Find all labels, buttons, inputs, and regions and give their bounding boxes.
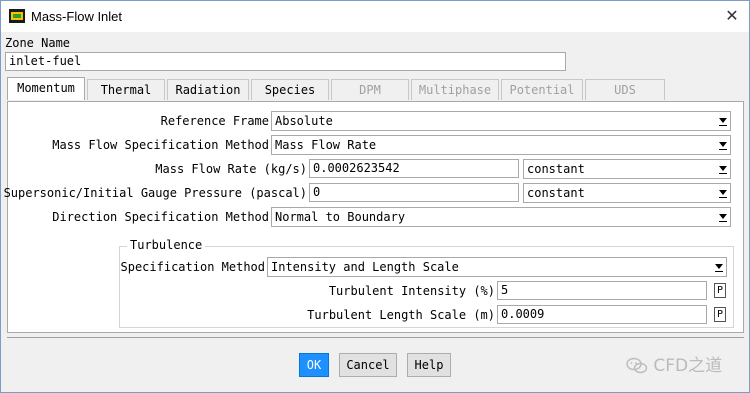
dropdown-arrow-icon	[717, 116, 728, 127]
close-button[interactable]: ✕	[715, 1, 749, 32]
mass-flow-method-select[interactable]: Mass Flow Rate	[271, 135, 731, 155]
zone-name-input[interactable]: inlet-fuel	[5, 52, 566, 71]
turbulent-intensity-parameter-button[interactable]: P	[714, 283, 726, 298]
reference-frame-select[interactable]: Absolute	[271, 111, 731, 131]
dropdown-arrow-icon	[713, 262, 724, 273]
mass-flow-inlet-dialog: Mass-Flow Inlet ✕ Zone Name inlet-fuel M…	[0, 0, 750, 393]
footer-separator	[7, 337, 744, 338]
turbulence-group-title: Turbulence	[127, 238, 206, 252]
watermark: CFD之道	[626, 351, 722, 376]
mass-flow-rate-profile-value: constant	[527, 162, 585, 176]
dropdown-arrow-icon	[717, 188, 728, 199]
reference-frame-value: Absolute	[275, 114, 333, 128]
turbulence-method-label: Specification Method	[120, 260, 266, 274]
tab-multiphase: Multiphase	[411, 79, 499, 100]
tab-radiation[interactable]: Radiation	[167, 79, 249, 100]
dropdown-arrow-icon	[717, 212, 728, 223]
turbulent-length-scale-input[interactable]: 0.0009	[497, 305, 707, 324]
window-title: Mass-Flow Inlet	[31, 9, 123, 24]
turbulence-method-select[interactable]: Intensity and Length Scale	[267, 257, 727, 277]
direction-method-select[interactable]: Normal to Boundary	[271, 207, 731, 227]
gauge-pressure-profile-select[interactable]: constant	[523, 183, 731, 203]
tab-species[interactable]: Species	[251, 79, 329, 100]
direction-method-value: Normal to Boundary	[275, 210, 406, 224]
tab-potential: Potential	[501, 79, 583, 100]
title-bar: Mass-Flow Inlet ✕	[1, 1, 749, 32]
wechat-icon	[626, 357, 648, 374]
tab-thermal[interactable]: Thermal	[87, 79, 165, 100]
tab-uds: UDS	[585, 79, 665, 100]
gauge-pressure-label: Supersonic/Initial Gauge Pressure (pasca…	[3, 186, 307, 200]
ok-button[interactable]: OK	[299, 353, 329, 377]
mass-flow-rate-input[interactable]: 0.0002623542	[309, 159, 519, 178]
turbulent-length-scale-parameter-button[interactable]: P	[714, 307, 726, 322]
direction-method-label: Direction Specification Method	[52, 210, 269, 224]
mass-flow-rate-profile-select[interactable]: constant	[523, 159, 731, 179]
mass-flow-method-label: Mass Flow Specification Method	[52, 138, 269, 152]
reference-frame-label: Reference Frame	[160, 114, 269, 128]
turbulent-intensity-input[interactable]: 5	[497, 281, 707, 300]
zone-name-label: Zone Name	[5, 36, 71, 50]
gauge-pressure-profile-value: constant	[527, 186, 585, 200]
turbulent-length-scale-label: Turbulent Length Scale (m)	[307, 308, 495, 322]
help-button[interactable]: Help	[407, 353, 451, 377]
mass-flow-rate-label: Mass Flow Rate (kg/s)	[155, 162, 307, 176]
gauge-pressure-input[interactable]: 0	[309, 183, 519, 202]
mass-flow-method-value: Mass Flow Rate	[275, 138, 377, 152]
tab-momentum[interactable]: Momentum	[7, 77, 85, 100]
turbulent-intensity-label: Turbulent Intensity (%)	[328, 284, 495, 298]
fluent-app-icon	[9, 9, 25, 23]
watermark-text: CFD之道	[653, 356, 723, 376]
cancel-button[interactable]: Cancel	[339, 353, 397, 377]
dropdown-arrow-icon	[717, 140, 728, 151]
turbulence-method-value: Intensity and Length Scale	[271, 260, 459, 274]
tab-dpm: DPM	[331, 79, 409, 100]
dropdown-arrow-icon	[717, 164, 728, 175]
